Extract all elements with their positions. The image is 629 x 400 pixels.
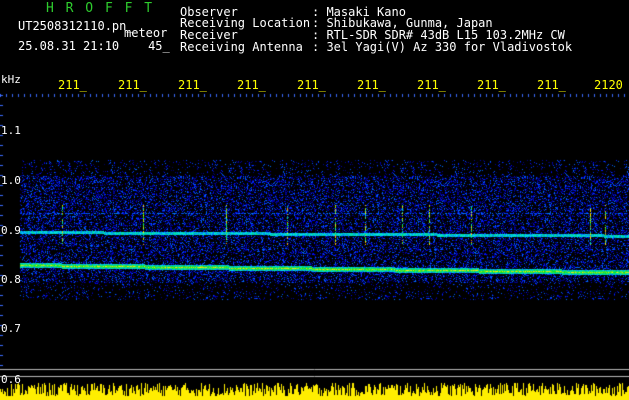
meteor-tag: meteor bbox=[124, 26, 168, 40]
file-name: UT2508312110.pn_ bbox=[18, 19, 134, 33]
freq-tick: 0.8 bbox=[1, 273, 21, 286]
time-tick: 211_ bbox=[297, 78, 326, 92]
time-tick: 211_ bbox=[477, 78, 506, 92]
time-tick: 211_ bbox=[58, 78, 87, 92]
time-tick: 211_ bbox=[357, 78, 386, 92]
info-row-antenna: Receiving Antenna : 3el Yagi(V) Az 330 fo… bbox=[180, 41, 572, 53]
info-label: Receiving Antenna bbox=[180, 40, 303, 54]
y-axis-unit: kHz bbox=[1, 73, 21, 86]
spectrogram bbox=[0, 0, 629, 400]
meteor-count: 45_ bbox=[148, 39, 170, 53]
time-tick: 211_ bbox=[178, 78, 207, 92]
freq-tick: 0.7 bbox=[1, 322, 21, 335]
freq-tick: 1.0 bbox=[1, 174, 21, 187]
time-tick: 211_ bbox=[417, 78, 446, 92]
info-value: : 3el Yagi(V) Az 330 for Vladivostok bbox=[312, 40, 573, 54]
timestamp: 25.08.31 21:10 45_ bbox=[18, 40, 170, 52]
time-tick: 211_ bbox=[118, 78, 147, 92]
time-tick: 211_ bbox=[537, 78, 566, 92]
timestamp-value: 25.08.31 21:10 bbox=[18, 39, 120, 53]
freq-tick: 0.6 bbox=[1, 373, 21, 386]
time-tick: 2120 bbox=[594, 78, 623, 92]
brand-title: H R O F F T bbox=[46, 1, 155, 16]
freq-tick: 0.9 bbox=[1, 224, 21, 237]
time-tick: 211_ bbox=[237, 78, 266, 92]
freq-tick: 1.1 bbox=[1, 124, 21, 137]
